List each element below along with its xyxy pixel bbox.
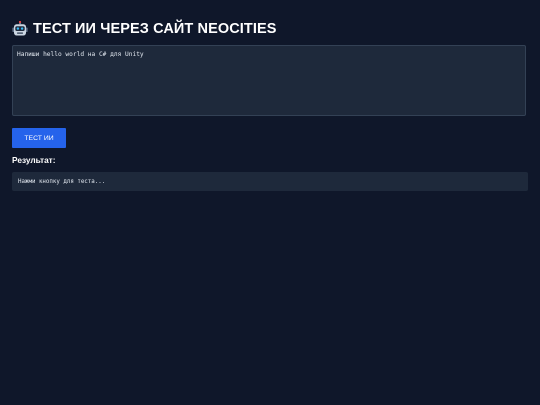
result-output: Нажми кнопку для теста...: [12, 172, 528, 191]
prompt-input[interactable]: Напиши hello world на C# для Unity: [12, 45, 526, 116]
page-title-text: ТЕСТ ИИ ЧЕРЕЗ САЙТ NEOCITIES: [33, 21, 277, 37]
page-title: ТЕСТ ИИ ЧЕРЕЗ САЙТ NEOCITIES: [12, 18, 277, 40]
robot-icon: [12, 20, 28, 37]
result-text: Нажми кнопку для теста...: [18, 178, 106, 185]
test-ai-button[interactable]: ТЕСТ ИИ: [12, 128, 66, 148]
result-label: Результат:: [12, 155, 56, 165]
